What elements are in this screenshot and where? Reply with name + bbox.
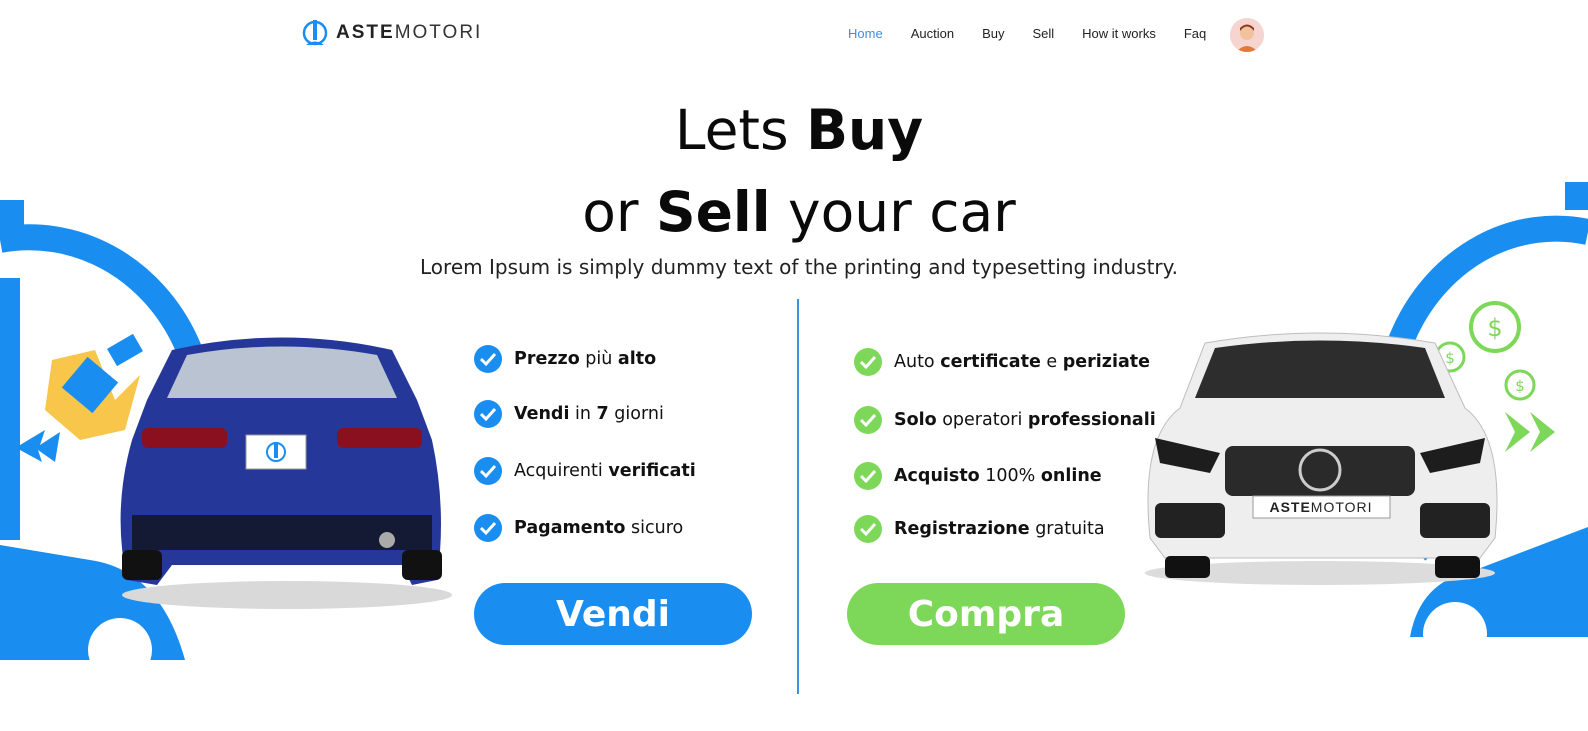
main-nav: Home Auction Buy Sell How it works Faq	[848, 26, 1234, 41]
green-check-icon	[854, 348, 882, 376]
buy-button[interactable]: Compra	[847, 583, 1125, 645]
nav-sell[interactable]: Sell	[1032, 26, 1054, 41]
logo-text: ASTEMOTORI	[336, 22, 483, 43]
nav-faq[interactable]: Faq	[1184, 26, 1206, 41]
green-check-icon	[854, 515, 882, 543]
svg-text:ASTEMOTORI: ASTEMOTORI	[1269, 499, 1372, 515]
buy-feature-2: Solo operatori professionali	[854, 406, 1156, 434]
nav-home[interactable]: Home	[848, 26, 883, 41]
sell-feature-1: Prezzo più alto	[474, 345, 656, 373]
hero-title-line-2: or Sell your car	[582, 180, 1016, 244]
nav-auction[interactable]: Auction	[911, 26, 954, 41]
user-avatar[interactable]	[1230, 18, 1264, 52]
sell-button[interactable]: Vendi	[474, 583, 752, 645]
blue-check-icon	[474, 457, 502, 485]
logo[interactable]: ASTEMOTORI	[302, 18, 482, 48]
logo-icon	[302, 20, 328, 46]
sell-feature-2: Vendi in 7 giorni	[474, 400, 664, 428]
blue-check-icon	[474, 345, 502, 373]
nav-buy[interactable]: Buy	[982, 26, 1004, 41]
blue-check-icon	[474, 514, 502, 542]
center-divider	[797, 299, 799, 694]
hero-title-line-1: Lets Buy	[674, 98, 924, 162]
green-check-icon	[854, 406, 882, 434]
sell-feature-3: Acquirenti verificati	[474, 457, 696, 485]
blue-car-image	[120, 337, 452, 609]
white-car-image: ASTEMOTORI	[1145, 332, 1498, 585]
green-check-icon	[854, 462, 882, 490]
svg-text:$: $	[1515, 377, 1525, 395]
buy-feature-1: Auto certificate e periziate	[854, 348, 1150, 376]
nav-how-it-works[interactable]: How it works	[1082, 26, 1156, 41]
hero-subtitle: Lorem Ipsum is simply dummy text of the …	[420, 255, 1178, 279]
sell-feature-4: Pagamento sicuro	[474, 514, 683, 542]
blue-check-icon	[474, 400, 502, 428]
avatar-icon	[1230, 18, 1264, 52]
buy-feature-4: Registrazione gratuita	[854, 515, 1105, 543]
buy-feature-3: Acquisto 100% online	[854, 462, 1102, 490]
